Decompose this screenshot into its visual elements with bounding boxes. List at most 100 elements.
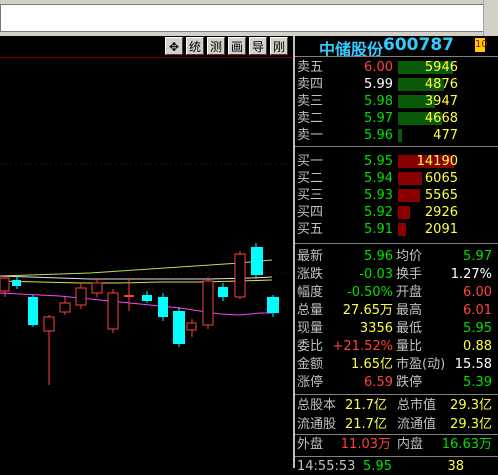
- order-price: 5.98: [364, 94, 393, 109]
- quote-label: 涨停: [297, 375, 324, 390]
- separator-tick: [295, 456, 498, 457]
- capital-value: 21.7亿: [345, 417, 387, 432]
- candle: [43, 315, 55, 385]
- candle: [142, 291, 152, 303]
- order-price: 5.99: [364, 77, 393, 92]
- order-volume: 5565: [424, 188, 458, 203]
- order-price: 5.93: [364, 188, 393, 203]
- candle: [173, 307, 185, 347]
- kline-chart[interactable]: [0, 57, 293, 468]
- quote-label: 现量: [297, 321, 324, 336]
- quote-label: 最低: [396, 321, 423, 336]
- quote-label: 市盈(动): [396, 357, 446, 372]
- order-price: 5.94: [364, 171, 393, 186]
- candle: [91, 279, 103, 297]
- quote-label: 幅度: [297, 285, 324, 300]
- order-volume: 4668: [424, 111, 458, 126]
- inner-value: 16.63万: [441, 437, 492, 452]
- separator-mid: [295, 146, 498, 147]
- volume-bar: [398, 129, 402, 142]
- order-label: 卖一: [297, 128, 324, 143]
- order-volume: 4876: [424, 77, 458, 92]
- order-volume: 2926: [424, 205, 458, 220]
- grid-lines: [0, 163, 293, 274]
- volume-bar: [398, 223, 406, 236]
- f10-button[interactable]: 10: [475, 38, 488, 52]
- quote-value: 1.27%: [450, 267, 492, 282]
- order-label: 买五: [297, 222, 324, 237]
- candle: [158, 293, 168, 321]
- quote-label: 最高: [396, 303, 423, 318]
- separator-outer: [295, 434, 498, 435]
- top-scrollbar[interactable]: [483, 0, 498, 36]
- quote-value: -0.03: [359, 267, 393, 282]
- order-volume: 2091: [424, 222, 458, 237]
- ma-line-yellow: [0, 279, 273, 284]
- order-label: 买一: [297, 154, 324, 169]
- quote-label: 跌停: [396, 375, 423, 390]
- tong-button[interactable]: 统: [186, 37, 204, 55]
- order-volume: 6065: [424, 171, 458, 186]
- candle: [186, 319, 197, 337]
- separator-quote: [295, 243, 498, 244]
- quote-value: 5.95: [463, 321, 492, 336]
- stock-code: 600787: [383, 35, 454, 55]
- separator-capital: [295, 394, 498, 395]
- quote-label: 涨跌: [297, 267, 324, 282]
- quote-label: 总量: [297, 303, 324, 318]
- order-label: 卖二: [297, 111, 324, 126]
- ma-line-white: [0, 275, 273, 280]
- outer-label: 外盘: [297, 437, 324, 452]
- order-label: 买四: [297, 205, 324, 220]
- candle: [28, 295, 38, 327]
- capital-value: 21.7亿: [345, 398, 387, 413]
- move-button[interactable]: ✥: [165, 37, 183, 55]
- order-volume: 14190: [416, 154, 458, 169]
- ze-button[interactable]: 刚: [270, 37, 288, 55]
- quote-label: 均价: [396, 249, 423, 264]
- candle: [75, 283, 87, 309]
- order-volume: 5946: [424, 60, 458, 75]
- panel-divider[interactable]: [293, 36, 295, 468]
- hua-button[interactable]: 画: [228, 37, 246, 55]
- quote-label: 换手: [396, 267, 423, 282]
- capital-value: 29.3亿: [450, 417, 492, 432]
- quote-value: +21.52%: [332, 339, 393, 354]
- capital-label: 总市值: [397, 398, 437, 413]
- quote-value: 15.58: [454, 357, 492, 372]
- tick-price: 5.95: [363, 459, 392, 474]
- top-input-area[interactable]: [0, 4, 486, 32]
- candle: [267, 295, 279, 317]
- quote-value: 0.88: [463, 339, 492, 354]
- quote-value: 1.65亿: [351, 357, 393, 372]
- candle: [218, 283, 228, 301]
- capital-label: 流通股: [297, 417, 337, 432]
- ma-line-green: [0, 259, 273, 277]
- top-window-frame: [0, 0, 498, 37]
- capital-label: 总股本: [297, 398, 337, 413]
- quote-value: 5.97: [463, 249, 492, 264]
- dao-button[interactable]: 导: [249, 37, 267, 55]
- volume-bar: [398, 206, 410, 219]
- order-label: 卖五: [297, 60, 324, 75]
- order-label: 买二: [297, 171, 324, 186]
- candles: [0, 243, 279, 385]
- quote-value: 6.00: [463, 285, 492, 300]
- quote-value: -0.50%: [347, 285, 393, 300]
- order-price: 6.00: [364, 60, 393, 75]
- separator-top: [295, 56, 498, 57]
- candle: [107, 289, 119, 333]
- quote-label: 委比: [297, 339, 324, 354]
- tick-volume: 38: [447, 459, 464, 474]
- inner-label: 内盘: [397, 437, 424, 452]
- quote-label: 最新: [297, 249, 324, 264]
- ma-line-magenta: [0, 292, 272, 316]
- capital-value: 29.3亿: [450, 398, 492, 413]
- candle: [251, 243, 263, 279]
- capital-label: 流通值: [397, 417, 437, 432]
- quote-value: 5.39: [463, 375, 492, 390]
- ce-button[interactable]: 测: [207, 37, 225, 55]
- order-price: 5.96: [364, 128, 393, 143]
- quote-label: 金额: [297, 357, 324, 372]
- quote-value: 6.01: [463, 303, 492, 318]
